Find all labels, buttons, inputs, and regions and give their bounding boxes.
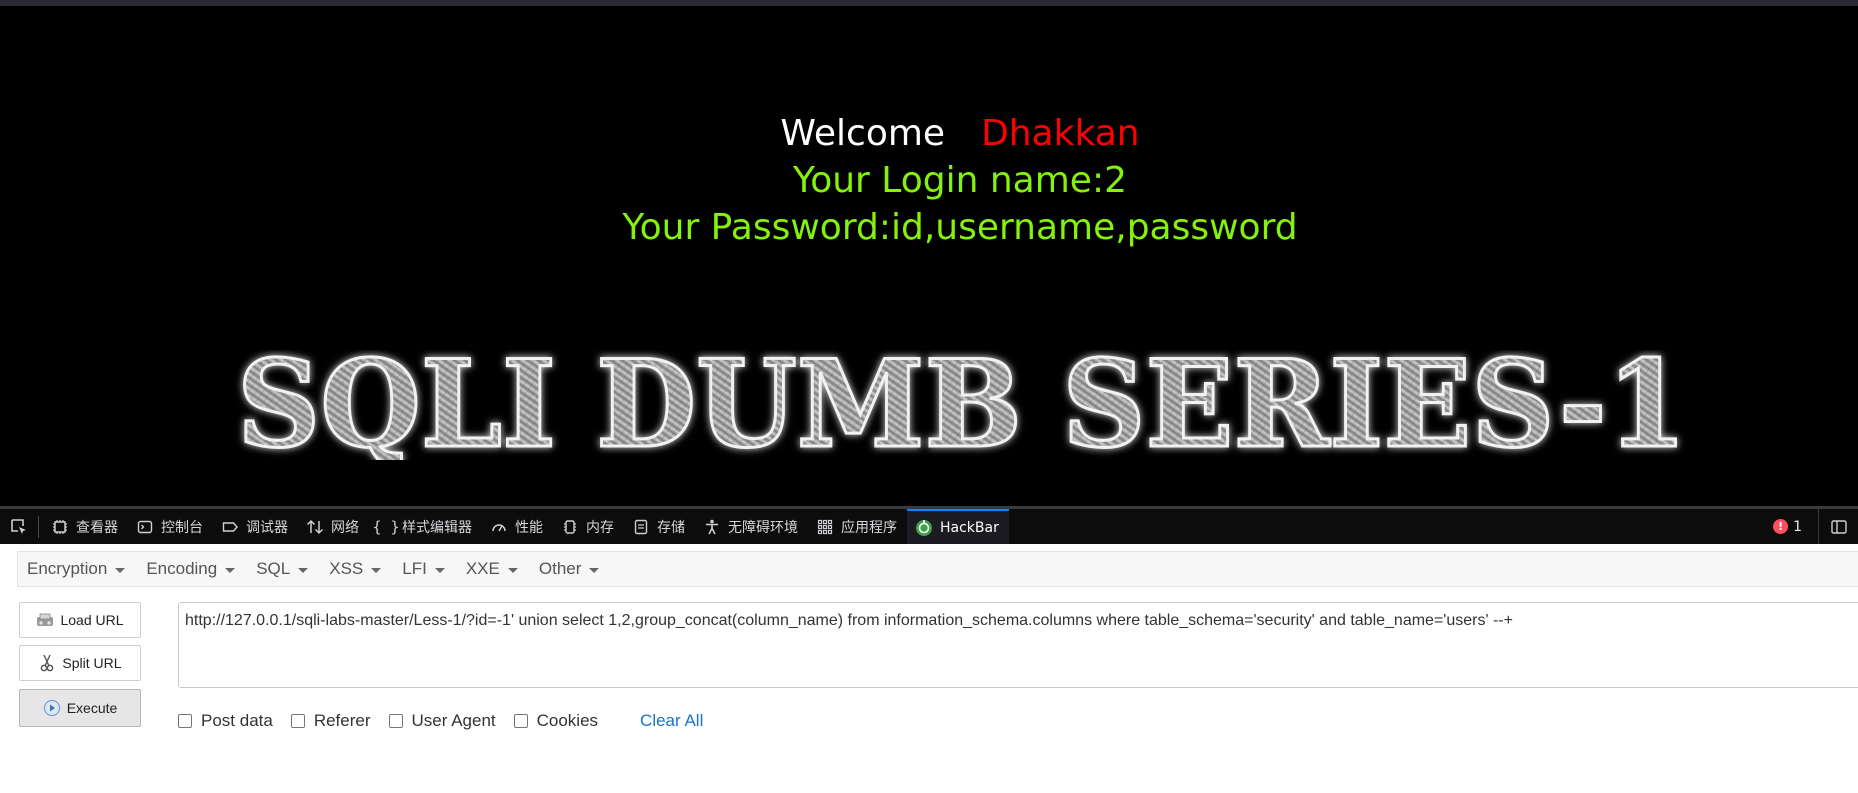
element-picker-icon[interactable] <box>0 509 38 544</box>
menu-label: XXE <box>465 559 500 578</box>
tab-application[interactable]: 应用程序 <box>808 509 907 544</box>
toolbar-separator <box>38 515 39 538</box>
user-agent-checkbox[interactable] <box>388 714 403 728</box>
menu-other[interactable]: Other <box>530 559 610 579</box>
url-textarea[interactable]: http://127.0.0.1/sqli-labs-master/Less-1… <box>178 602 1858 688</box>
password-line: Your Password:id,username,password <box>622 207 1298 248</box>
tab-style-editor[interactable]: { } 样式编辑器 <box>369 509 482 544</box>
welcome-name: Dhakkan <box>981 113 1140 154</box>
caret-down-icon <box>371 567 382 573</box>
load-url-button[interactable]: Load URL <box>19 602 141 638</box>
menu-sql[interactable]: SQL <box>247 559 318 579</box>
devtools-right-controls: ! 1 <box>1773 509 1858 544</box>
tab-memory[interactable]: 内存 <box>553 509 624 544</box>
tab-label: HackBar <box>940 519 999 536</box>
play-icon <box>43 699 61 717</box>
tab-debugger[interactable]: 调试器 <box>213 509 298 544</box>
tab-console[interactable]: 控制台 <box>128 509 213 544</box>
tab-label: 存储 <box>657 519 685 536</box>
error-count: 1 <box>1793 518 1802 535</box>
browser-top-strip <box>0 0 1858 6</box>
referer-checkbox[interactable] <box>290 714 305 728</box>
clear-all-link[interactable]: Clear All <box>640 711 703 731</box>
menu-label: SQL <box>256 559 291 578</box>
execute-label: Execute <box>66 700 118 716</box>
browser-window: Welcome Dhakkan Your Login name:2 Your Pa… <box>0 0 1858 793</box>
caret-down-icon <box>225 567 236 573</box>
caret-down-icon <box>298 567 309 573</box>
welcome-line: Welcome Dhakkan <box>0 110 1858 157</box>
split-url-button[interactable]: Split URL <box>19 645 141 681</box>
login-result: Welcome Dhakkan Your Login name:2 Your Pa… <box>0 110 1858 251</box>
tab-accessibility[interactable]: 无障碍环境 <box>695 509 808 544</box>
caret-down-icon <box>115 567 126 573</box>
referer-option[interactable]: Referer <box>290 711 371 731</box>
caret-down-icon <box>434 567 445 573</box>
storage-icon <box>632 518 650 536</box>
option-label: User Agent <box>411 711 496 730</box>
page-viewport: Welcome Dhakkan Your Login name:2 Your Pa… <box>0 0 1858 506</box>
menu-lfi[interactable]: LFI <box>393 559 455 579</box>
tab-label: 查看器 <box>76 519 118 536</box>
menu-encoding[interactable]: Encoding <box>137 559 245 579</box>
tab-performance[interactable]: 性能 <box>482 509 553 544</box>
tab-label: 样式编辑器 <box>402 519 472 536</box>
application-icon <box>816 518 834 536</box>
style-editor-icon: { } <box>372 517 400 536</box>
tab-label: 调试器 <box>246 519 288 536</box>
option-label: Cookies <box>536 711 599 730</box>
tab-label: 应用程序 <box>841 519 897 536</box>
menu-label: Other <box>538 559 582 578</box>
split-url-label: Split URL <box>62 655 122 671</box>
menu-label: Encoding <box>146 559 218 578</box>
menu-encryption[interactable]: Encryption <box>18 559 135 579</box>
load-url-label: Load URL <box>60 612 124 628</box>
menu-xss[interactable]: XSS <box>320 559 391 579</box>
banner-text: SQLI DUMB SERIES-1 <box>237 350 1687 460</box>
accessibility-icon <box>703 518 721 536</box>
error-count-badge[interactable]: ! 1 <box>1773 519 1802 535</box>
tab-network[interactable]: 网络 <box>298 509 369 544</box>
tab-storage[interactable]: 存储 <box>624 509 695 544</box>
caret-down-icon <box>589 567 600 573</box>
devtools-toolbar: 查看器 控制台 调试器 网络 { } 样式编辑器 性能 内存 存储 无障碍环境 … <box>0 506 1858 544</box>
tab-label: 控制台 <box>161 519 203 536</box>
request-options: Post data Referer User Agent Cookies Cle… <box>178 710 703 732</box>
user-agent-option[interactable]: User Agent <box>388 711 496 731</box>
tab-label: 无障碍环境 <box>728 519 798 536</box>
cookies-option[interactable]: Cookies <box>513 711 599 731</box>
debugger-icon <box>221 518 239 536</box>
inspector-icon <box>51 518 69 536</box>
tab-hackbar[interactable]: HackBar <box>907 509 1009 544</box>
option-label: Referer <box>313 711 371 730</box>
memory-icon <box>561 518 579 536</box>
tab-label: 性能 <box>515 519 543 536</box>
menu-label: LFI <box>402 559 427 578</box>
post-data-checkbox[interactable] <box>178 714 192 728</box>
post-data-option[interactable]: Post data <box>178 711 273 731</box>
menu-xxe[interactable]: XXE <box>457 559 528 579</box>
dock-side-icon[interactable] <box>1818 509 1858 544</box>
cookies-checkbox[interactable] <box>513 714 528 728</box>
series-banner-logo: SQLI DUMB SERIES-1 <box>226 350 1698 460</box>
welcome-label: Welcome <box>780 113 946 154</box>
tab-label: 网络 <box>331 519 359 536</box>
option-label: Post data <box>201 711 273 730</box>
network-icon <box>306 518 324 536</box>
login-name-line: Your Login name:2 <box>793 160 1127 201</box>
hackbar-menubar: Encryption Encoding SQL XSS LFI XXE Othe… <box>17 551 1858 587</box>
load-url-icon <box>36 611 54 629</box>
caret-down-icon <box>507 567 518 573</box>
scissors-icon <box>38 654 56 672</box>
hackbar-panel: Encryption Encoding SQL XSS LFI XXE Othe… <box>0 544 1858 793</box>
console-icon <box>136 518 154 536</box>
error-icon: ! <box>1773 519 1789 534</box>
execute-button[interactable]: Execute <box>19 689 141 727</box>
tab-inspector[interactable]: 查看器 <box>43 509 128 544</box>
hackbar-icon <box>915 519 933 537</box>
menu-label: XSS <box>329 559 364 578</box>
tab-label: 内存 <box>586 519 614 536</box>
menu-label: Encryption <box>27 559 108 578</box>
performance-icon <box>490 518 508 536</box>
